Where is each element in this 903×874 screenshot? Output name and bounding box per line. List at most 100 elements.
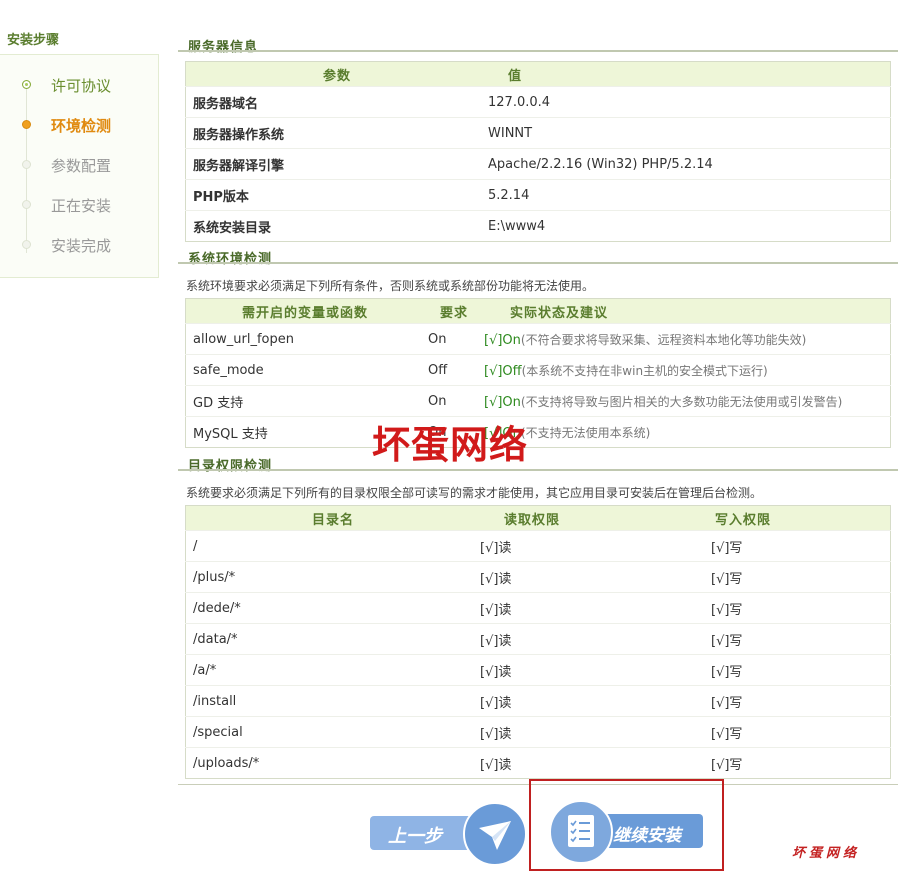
status-ok: [√]On xyxy=(484,332,521,348)
table-row: allow_url_fopen On [√]On(不符合要求将导致采集、远程资料… xyxy=(185,323,891,355)
dir-name: /special xyxy=(185,716,480,748)
table-row: /uploads/* [√]读 [√]写 xyxy=(185,747,891,779)
write-status: [√]写 xyxy=(705,716,891,748)
table-header-row: 参数 值 xyxy=(185,61,891,87)
table-header-row: 目录名 读取权限 写入权限 xyxy=(185,505,891,531)
dir-name: /install xyxy=(185,685,480,717)
table-row: 系统安装目录 E:\www4 xyxy=(185,210,891,242)
prev-step-button[interactable]: 上一步 xyxy=(370,802,527,866)
col-header-read: 读取权限 xyxy=(480,505,705,531)
section-divider xyxy=(178,262,898,264)
param-name: 服务器操作系统 xyxy=(185,117,488,149)
read-status: [√]读 xyxy=(480,654,705,686)
env-status: [√]On(不符合要求将导致采集、远程资料本地化等功能失效) xyxy=(484,323,891,355)
step-env-check: 环境检测 xyxy=(0,109,158,149)
param-name: 系统安装目录 xyxy=(185,210,488,242)
env-var-name: allow_url_fopen xyxy=(185,323,424,355)
dir-name: /plus/* xyxy=(185,561,480,593)
step-label: 安装完成 xyxy=(51,237,112,255)
env-status: [√]Off(本系统不支持在非win主机的安全模式下运行) xyxy=(484,354,891,386)
env-status: [√]On(不支持将导致与图片相关的大多数功能无法使用或引发警告) xyxy=(484,385,891,417)
table-row: safe_mode Off [√]Off(本系统不支持在非win主机的安全模式下… xyxy=(185,354,891,386)
step-pending-dot-icon xyxy=(22,200,31,209)
status-note: (不支持将导致与图片相关的大多数功能无法使用或引发警告) xyxy=(520,394,843,409)
prev-step-label: 上一步 xyxy=(388,826,442,847)
signature-text: 坏蛋网络 xyxy=(792,846,861,861)
steps-list: 许可协议 环境检测 参数配置 正在安装 安装完成 xyxy=(0,54,159,278)
col-header-dir: 目录名 xyxy=(185,505,480,531)
col-header-param: 参数 xyxy=(185,61,488,87)
section-divider xyxy=(178,469,898,471)
step-label: 许可协议 xyxy=(51,77,112,95)
col-header-req: 要求 xyxy=(424,298,484,324)
continue-install-label: 继续安装 xyxy=(613,826,681,846)
read-status: [√]读 xyxy=(480,561,705,593)
env-check-note: 系统环境要求必须满足下列所有条件，否则系统或系统部份功能将无法使用。 xyxy=(186,279,595,293)
table-row: 服务器域名 127.0.0.4 xyxy=(185,86,891,118)
step-done-dot-icon xyxy=(22,80,31,89)
install-steps-sidebar: 安装步骤 许可协议 环境检测 参数配置 正在安装 安装完成 xyxy=(0,30,160,278)
param-value: 5.2.14 xyxy=(488,179,891,211)
env-check-table: 需开启的变量或函数 要求 实际状态及建议 allow_url_fopen On … xyxy=(185,298,891,448)
status-ok: [√]Off xyxy=(484,363,522,379)
env-var-name: safe_mode xyxy=(185,354,424,386)
param-name: PHP版本 xyxy=(185,179,488,211)
write-status: [√]写 xyxy=(705,623,891,655)
env-requirement: On xyxy=(424,323,484,355)
table-row: /data/* [√]读 [√]写 xyxy=(185,623,891,655)
sidebar-title: 安装步骤 xyxy=(7,33,60,48)
dir-name: /data/* xyxy=(185,623,480,655)
param-value: Apache/2.2.16 (Win32) PHP/5.2.14 xyxy=(488,148,891,180)
col-header-value: 值 xyxy=(488,61,891,87)
section-divider xyxy=(178,50,898,52)
env-status: [√]On(不支持无法使用本系统) xyxy=(484,416,891,448)
table-row: /dede/* [√]读 [√]写 xyxy=(185,592,891,624)
col-header-var: 需开启的变量或函数 xyxy=(185,298,424,324)
step-installing: 正在安装 xyxy=(0,189,158,229)
param-name: 服务器域名 xyxy=(185,86,488,118)
step-license: 许可协议 xyxy=(0,69,158,109)
read-status: [√]读 xyxy=(480,530,705,562)
table-header-row: 需开启的变量或函数 要求 实际状态及建议 xyxy=(185,298,891,324)
env-requirement: Off xyxy=(424,354,484,386)
table-row: 服务器操作系统 WINNT xyxy=(185,117,891,149)
param-value: E:\www4 xyxy=(488,210,891,242)
dir-name: / xyxy=(185,530,480,562)
dir-perm-table: 目录名 读取权限 写入权限 / [√]读 [√]写 /plus/* [√]读 [… xyxy=(185,505,891,779)
write-status: [√]写 xyxy=(705,747,891,779)
step-pending-dot-icon xyxy=(22,160,31,169)
step-label: 环境检测 xyxy=(51,117,112,135)
table-row: /plus/* [√]读 [√]写 xyxy=(185,561,891,593)
server-info-title: 服务器信息 xyxy=(188,40,259,55)
table-row: GD 支持 On [√]On(不支持将导致与图片相关的大多数功能无法使用或引发警… xyxy=(185,385,891,417)
table-row: PHP版本 5.2.14 xyxy=(185,179,891,211)
col-header-status: 实际状态及建议 xyxy=(484,298,891,324)
step-complete: 安装完成 xyxy=(0,229,158,269)
paper-plane-icon xyxy=(463,802,527,866)
table-row: MySQL 支持 On [√]On(不支持无法使用本系统) xyxy=(185,416,891,448)
status-note: (不支持无法使用本系统) xyxy=(520,425,651,440)
continue-install-button[interactable]: 继续安装 xyxy=(549,800,705,864)
status-note: (本系统不支持在非win主机的安全模式下运行) xyxy=(521,363,768,378)
env-check-title: 系统环境检测 xyxy=(188,252,273,267)
dir-perm-note: 系统要求必须满足下列所有的目录权限全部可读写的需求才能使用，其它应用目录可安装后… xyxy=(186,486,763,500)
table-row: /special [√]读 [√]写 xyxy=(185,716,891,748)
dir-perm-title: 目录权限检测 xyxy=(188,459,273,474)
step-config: 参数配置 xyxy=(0,149,158,189)
write-status: [√]写 xyxy=(705,530,891,562)
write-status: [√]写 xyxy=(705,592,891,624)
table-row: /a/* [√]读 [√]写 xyxy=(185,654,891,686)
read-status: [√]读 xyxy=(480,747,705,779)
write-status: [√]写 xyxy=(705,685,891,717)
status-ok: [√]On xyxy=(484,394,521,410)
watermark-text: 坏蛋网络 xyxy=(372,423,529,467)
step-label: 参数配置 xyxy=(51,157,112,175)
env-var-name: GD 支持 xyxy=(185,385,424,417)
param-name: 服务器解译引擎 xyxy=(185,148,488,180)
dir-name: /uploads/* xyxy=(185,747,480,779)
read-status: [√]读 xyxy=(480,592,705,624)
read-status: [√]读 xyxy=(480,685,705,717)
step-label: 正在安装 xyxy=(51,197,112,215)
write-status: [√]写 xyxy=(705,654,891,686)
dir-name: /a/* xyxy=(185,654,480,686)
